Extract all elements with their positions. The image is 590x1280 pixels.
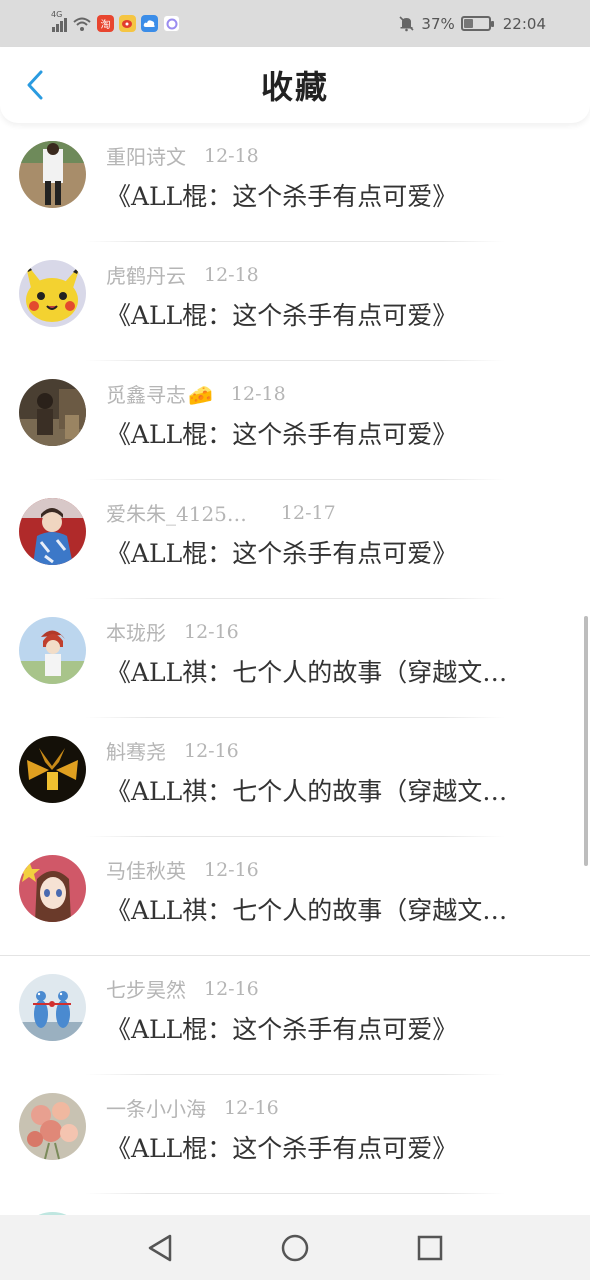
item-meta: 重阳诗文 12-18 (106, 141, 259, 170)
avatar[interactable] (19, 736, 86, 803)
item-meta: 本珑彤 12-16 (106, 617, 239, 646)
nav-home-button[interactable] (275, 1228, 315, 1268)
list-item[interactable]: 本珑彤 12-16 《ALL祺：七个人的故事（穿越文… (0, 599, 590, 718)
item-date: 12-17 (280, 501, 336, 524)
battery-icon (460, 16, 494, 31)
nav-back-button[interactable] (140, 1228, 180, 1268)
status-right: 37% 22:04 (398, 15, 546, 33)
author-name[interactable]: 爱朱朱_4125… (106, 498, 247, 527)
avatar[interactable] (19, 379, 86, 446)
list-item[interactable] (0, 1194, 590, 1215)
page-title: 收藏 (260, 68, 329, 106)
item-title[interactable]: 《ALL棍：这个杀手有点可爱》 (106, 415, 556, 451)
cloud-icon (141, 15, 158, 32)
author-text: 觅鑫寻志 (106, 383, 186, 407)
person-photo-avatar (19, 141, 86, 208)
favorites-list[interactable]: 重阳诗文 12-18 《ALL棍：这个杀手有点可爱》 虎鹤丹云 12-18 《A… (0, 123, 590, 1215)
back-triangle-icon (148, 1234, 171, 1261)
assistant-icon (163, 15, 180, 32)
avatar[interactable] (19, 141, 86, 208)
item-date: 12-18 (204, 263, 259, 286)
item-meta: 觅鑫寻志 🧀 12-18 (106, 379, 286, 408)
weibo-icon (119, 15, 136, 32)
list-item[interactable]: 虎鹤丹云 12-18 《ALL棍：这个杀手有点可爱》 (0, 242, 590, 361)
nav-recents-button[interactable] (410, 1228, 450, 1268)
avatar[interactable] (19, 1093, 86, 1160)
item-title[interactable]: 《ALL棍：这个杀手有点可爱》 (106, 1010, 556, 1046)
item-date: 12-16 (204, 977, 259, 1000)
item-title[interactable]: 《ALL棍：这个杀手有点可爱》 (106, 534, 556, 570)
avatar[interactable] (19, 855, 86, 922)
item-meta: 一条小小海 12-16 (106, 1093, 279, 1122)
item-title[interactable]: 《ALL祺：七个人的故事（穿越文… (106, 653, 556, 689)
item-date: 12-18 (204, 144, 259, 167)
system-nav-bar (0, 1215, 590, 1280)
mute-bell-icon (399, 16, 414, 32)
status-bar: 4G 淘 37% 22:04 (0, 0, 590, 47)
item-title[interactable]: 《ALL祺：七个人的故事（穿越文… (106, 772, 556, 808)
wifi-icon (73, 17, 91, 31)
avatar[interactable] (19, 498, 86, 565)
signal-icon: 4G (51, 10, 67, 32)
author-name[interactable]: 马佳秋英 (106, 855, 186, 884)
item-date: 12-18 (230, 382, 286, 405)
avatar[interactable] (19, 974, 86, 1041)
anime-girl-avatar (19, 855, 86, 922)
item-meta: 七步昊然 12-16 (106, 974, 259, 1003)
author-name[interactable]: 七步昊然 (106, 974, 186, 1003)
status-left: 4G 淘 (51, 10, 180, 32)
item-meta: 马佳秋英 12-16 (106, 855, 259, 884)
item-title[interactable]: 《ALL棍：这个杀手有点可爱》 (106, 177, 556, 213)
home-circle-icon (281, 1234, 309, 1261)
item-date: 12-16 (224, 1096, 279, 1119)
avatar[interactable] (19, 617, 86, 684)
header: 收藏 (0, 47, 590, 123)
author-name[interactable]: 重阳诗文 (106, 141, 186, 170)
list-item[interactable]: 一条小小海 12-16 《ALL棍：这个杀手有点可爱》 (0, 1075, 590, 1194)
blue-outfit-avatar (19, 498, 86, 565)
dark-photo-avatar (19, 379, 86, 446)
back-button[interactable] (18, 67, 52, 103)
flowers-avatar (19, 1093, 86, 1160)
author-name[interactable]: 觅鑫寻志 🧀 (106, 379, 213, 408)
scrollbar[interactable] (584, 616, 588, 866)
golden-mask-avatar (19, 736, 86, 803)
item-date: 12-16 (184, 739, 239, 762)
chevron-left-icon (27, 70, 43, 100)
recents-square-icon (418, 1235, 443, 1260)
pikachu-avatar (19, 260, 86, 327)
item-date: 12-16 (184, 620, 239, 643)
network-type: 4G (51, 9, 63, 19)
list-item[interactable]: 马佳秋英 12-16 《ALL祺：七个人的故事（穿越文… (0, 837, 590, 956)
cheese-emoji: 🧀 (188, 383, 213, 407)
bowling-pins-avatar (19, 974, 86, 1041)
clock: 22:04 (502, 14, 546, 33)
avatar[interactable] (19, 260, 86, 327)
list-item[interactable]: 觅鑫寻志 🧀 12-18 《ALL棍：这个杀手有点可爱》 (0, 361, 590, 480)
list-item[interactable]: 七步昊然 12-16 《ALL棍：这个杀手有点可爱》 (0, 956, 590, 1075)
item-title[interactable]: 《ALL祺：七个人的故事（穿越文… (106, 891, 556, 927)
list-item[interactable]: 爱朱朱_4125… 12-17 《ALL棍：这个杀手有点可爱》 (0, 480, 590, 599)
taobao-icon: 淘 (97, 15, 114, 32)
item-meta: 虎鹤丹云 12-18 (106, 260, 259, 289)
author-name[interactable]: 虎鹤丹云 (106, 260, 186, 289)
author-name[interactable]: 本珑彤 (106, 617, 166, 646)
battery-fill (463, 19, 473, 28)
item-title[interactable]: 《ALL棍：这个杀手有点可爱》 (106, 1129, 556, 1165)
item-date: 12-16 (204, 858, 259, 881)
item-meta: 爱朱朱_4125… 12-17 (106, 498, 336, 527)
author-name[interactable]: 一条小小海 (106, 1093, 206, 1122)
list-item[interactable]: 斛骞尧 12-16 《ALL祺：七个人的故事（穿越文… (0, 718, 590, 837)
author-name[interactable]: 斛骞尧 (106, 736, 166, 765)
anime-sky-avatar (19, 617, 86, 684)
item-title[interactable]: 《ALL棍：这个杀手有点可爱》 (106, 296, 556, 332)
battery-percent: 37% (421, 14, 455, 33)
list-item[interactable]: 重阳诗文 12-18 《ALL棍：这个杀手有点可爱》 (0, 123, 590, 242)
item-meta: 斛骞尧 12-16 (106, 736, 239, 765)
